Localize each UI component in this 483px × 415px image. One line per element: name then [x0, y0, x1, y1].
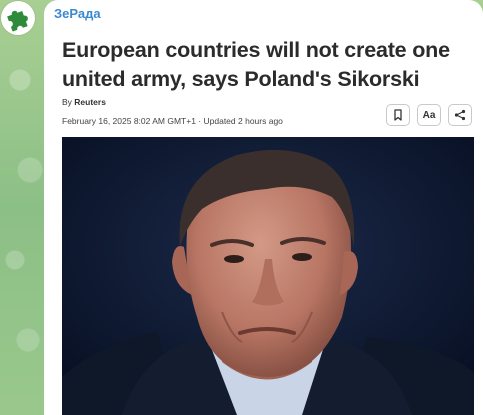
byline-prefix: By [62, 97, 72, 107]
share-button[interactable] [448, 104, 472, 126]
share-icon [454, 109, 466, 121]
channel-avatar[interactable] [1, 1, 35, 35]
text-size-button[interactable]: Aa [417, 104, 441, 126]
article-dateline: February 16, 2025 8:02 AM GMT+1 · Update… [62, 116, 283, 126]
byline-author[interactable]: Reuters [74, 97, 106, 107]
channel-name[interactable]: ЗеРада [54, 6, 101, 21]
article-actions: Aa [386, 104, 472, 126]
portrait-illustration [62, 137, 474, 415]
puzzle-piece-icon [7, 10, 28, 32]
article-byline: By Reuters [62, 97, 106, 107]
article-headline: European countries will not create one u… [62, 38, 450, 91]
bookmark-button[interactable] [386, 104, 410, 126]
bookmark-icon [394, 109, 402, 121]
message-bubble: ЗеРада European countries will not creat… [44, 0, 483, 415]
article-photo[interactable] [62, 137, 474, 415]
